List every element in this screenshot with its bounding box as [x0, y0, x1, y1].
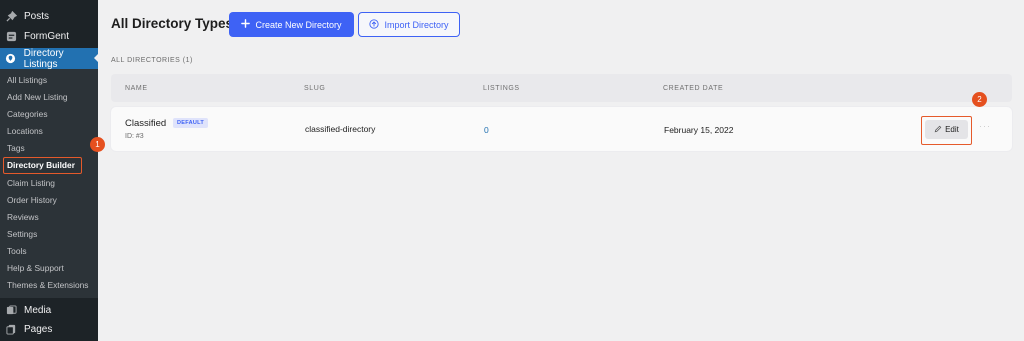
- table-row: Classified DEFAULT ID: #3 classified-dir…: [111, 107, 1012, 151]
- column-header-listings: LISTINGS: [483, 85, 520, 92]
- pages-icon: [5, 323, 17, 335]
- submenu-reviews[interactable]: Reviews: [7, 210, 39, 224]
- submenu-themes-extensions[interactable]: Themes & Extensions: [7, 278, 88, 292]
- column-header-created-date: CREATED DATE: [663, 85, 724, 92]
- admin-sidebar: Posts FormGent Directory Listings All Li…: [0, 0, 99, 341]
- directory-name[interactable]: Classified: [125, 118, 166, 129]
- page-title: All Directory Types: [111, 16, 234, 31]
- import-directory-button[interactable]: Import Directory: [358, 12, 460, 37]
- more-options-icon[interactable]: ···: [979, 121, 991, 131]
- submenu-tools[interactable]: Tools: [7, 244, 27, 258]
- pencil-icon: [934, 125, 942, 135]
- column-header-name: NAME: [125, 85, 148, 92]
- submenu-tags[interactable]: Tags: [7, 141, 25, 155]
- menu-item-media[interactable]: Media: [0, 300, 98, 320]
- menu-item-formgent[interactable]: FormGent: [0, 26, 98, 46]
- directory-submenu: All Listings Add New Listing Categories …: [0, 69, 98, 298]
- menu-item-label: Posts: [24, 10, 50, 22]
- menu-item-directory-listings[interactable]: Directory Listings: [0, 47, 99, 70]
- created-date: February 15, 2022: [664, 125, 734, 135]
- create-button-label: Create New Directory: [255, 19, 342, 30]
- edit-button-label: Edit: [945, 125, 959, 134]
- default-badge: DEFAULT: [173, 118, 209, 128]
- table-header: NAME SLUG LISTINGS CREATED DATE: [111, 74, 1012, 102]
- plus-icon: [241, 19, 251, 30]
- submenu-all-listings[interactable]: All Listings: [7, 73, 47, 87]
- active-menu-arrow: [94, 53, 99, 63]
- step-badge-1: 1: [90, 137, 105, 152]
- step-badge-2: 2: [972, 92, 987, 107]
- create-new-directory-button[interactable]: Create New Directory: [229, 12, 354, 37]
- form-icon: [5, 30, 17, 42]
- directory-slug: classified-directory: [305, 124, 376, 134]
- directory-id: ID: #3: [125, 133, 144, 140]
- menu-item-label: Media: [24, 304, 52, 316]
- media-icon: [5, 304, 17, 316]
- directory-builder-highlight: [3, 157, 82, 174]
- edit-button[interactable]: Edit: [925, 120, 968, 139]
- upload-icon: [369, 18, 380, 31]
- section-label: ALL DIRECTORIES (1): [111, 57, 193, 64]
- menu-item-label: Pages: [24, 323, 53, 335]
- submenu-claim-listing[interactable]: Claim Listing: [7, 176, 55, 190]
- menu-item-pages[interactable]: Pages: [0, 319, 98, 339]
- submenu-locations[interactable]: Locations: [7, 124, 43, 138]
- column-header-slug: SLUG: [304, 85, 326, 92]
- submenu-categories[interactable]: Categories: [7, 107, 48, 121]
- pin-icon: [5, 10, 17, 22]
- import-button-label: Import Directory: [384, 19, 449, 30]
- menu-item-label: FormGent: [24, 30, 70, 42]
- submenu-order-history[interactable]: Order History: [7, 193, 57, 207]
- listings-count-link[interactable]: 0: [484, 125, 489, 135]
- submenu-help-support[interactable]: Help & Support: [7, 261, 64, 275]
- submenu-settings[interactable]: Settings: [7, 227, 37, 241]
- submenu-add-new-listing[interactable]: Add New Listing: [7, 90, 68, 104]
- directory-icon: [5, 53, 17, 65]
- menu-item-label: Directory Listings: [23, 47, 64, 70]
- menu-item-posts[interactable]: Posts: [0, 6, 98, 26]
